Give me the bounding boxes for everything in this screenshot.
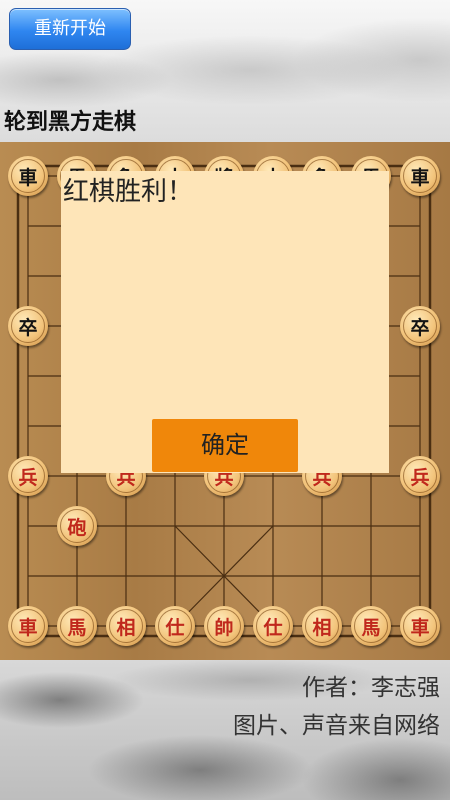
ok-button[interactable]: 确定: [152, 419, 298, 472]
turn-status: 轮到黑方走棋: [4, 110, 137, 135]
chess-piece[interactable]: 馬: [351, 606, 391, 646]
chess-piece[interactable]: 車: [400, 156, 440, 196]
chess-piece[interactable]: 兵: [400, 456, 440, 496]
piece-label: 相: [305, 609, 339, 643]
chess-piece[interactable]: 兵: [8, 456, 48, 496]
piece-label: 仕: [158, 609, 192, 643]
piece-label: 兵: [403, 459, 437, 493]
chess-piece[interactable]: 相: [106, 606, 146, 646]
piece-label: 兵: [11, 459, 45, 493]
chess-piece[interactable]: 帥: [204, 606, 244, 646]
piece-label: 車: [403, 159, 437, 193]
piece-label: 馬: [60, 609, 94, 643]
piece-label: 卒: [11, 309, 45, 343]
author-credit: 作者：李志强: [302, 675, 440, 701]
bottom-landscape: 作者：李志强 图片、声音来自网络: [0, 660, 450, 800]
chess-piece[interactable]: 車: [8, 156, 48, 196]
chess-piece[interactable]: 車: [400, 606, 440, 646]
chess-piece[interactable]: 卒: [8, 306, 48, 346]
chess-piece[interactable]: 相: [302, 606, 342, 646]
chess-piece[interactable]: 仕: [253, 606, 293, 646]
piece-label: 卒: [403, 309, 437, 343]
chess-piece[interactable]: 卒: [400, 306, 440, 346]
chess-piece[interactable]: 馬: [57, 606, 97, 646]
game-over-dialog: 红棋胜利！ 确定: [61, 171, 389, 473]
piece-label: 仕: [256, 609, 290, 643]
dialog-message: 红棋胜利！: [63, 177, 194, 207]
restart-button[interactable]: 重新开始: [9, 8, 131, 50]
piece-label: 車: [11, 159, 45, 193]
chess-piece[interactable]: 仕: [155, 606, 195, 646]
chess-piece[interactable]: 車: [8, 606, 48, 646]
piece-label: 相: [109, 609, 143, 643]
piece-label: 車: [11, 609, 45, 643]
piece-label: 馬: [354, 609, 388, 643]
piece-label: 帥: [207, 609, 241, 643]
piece-label: 砲: [60, 509, 94, 543]
chess-piece[interactable]: 砲: [57, 506, 97, 546]
source-credit: 图片、声音来自网络: [233, 713, 440, 739]
piece-label: 車: [403, 609, 437, 643]
